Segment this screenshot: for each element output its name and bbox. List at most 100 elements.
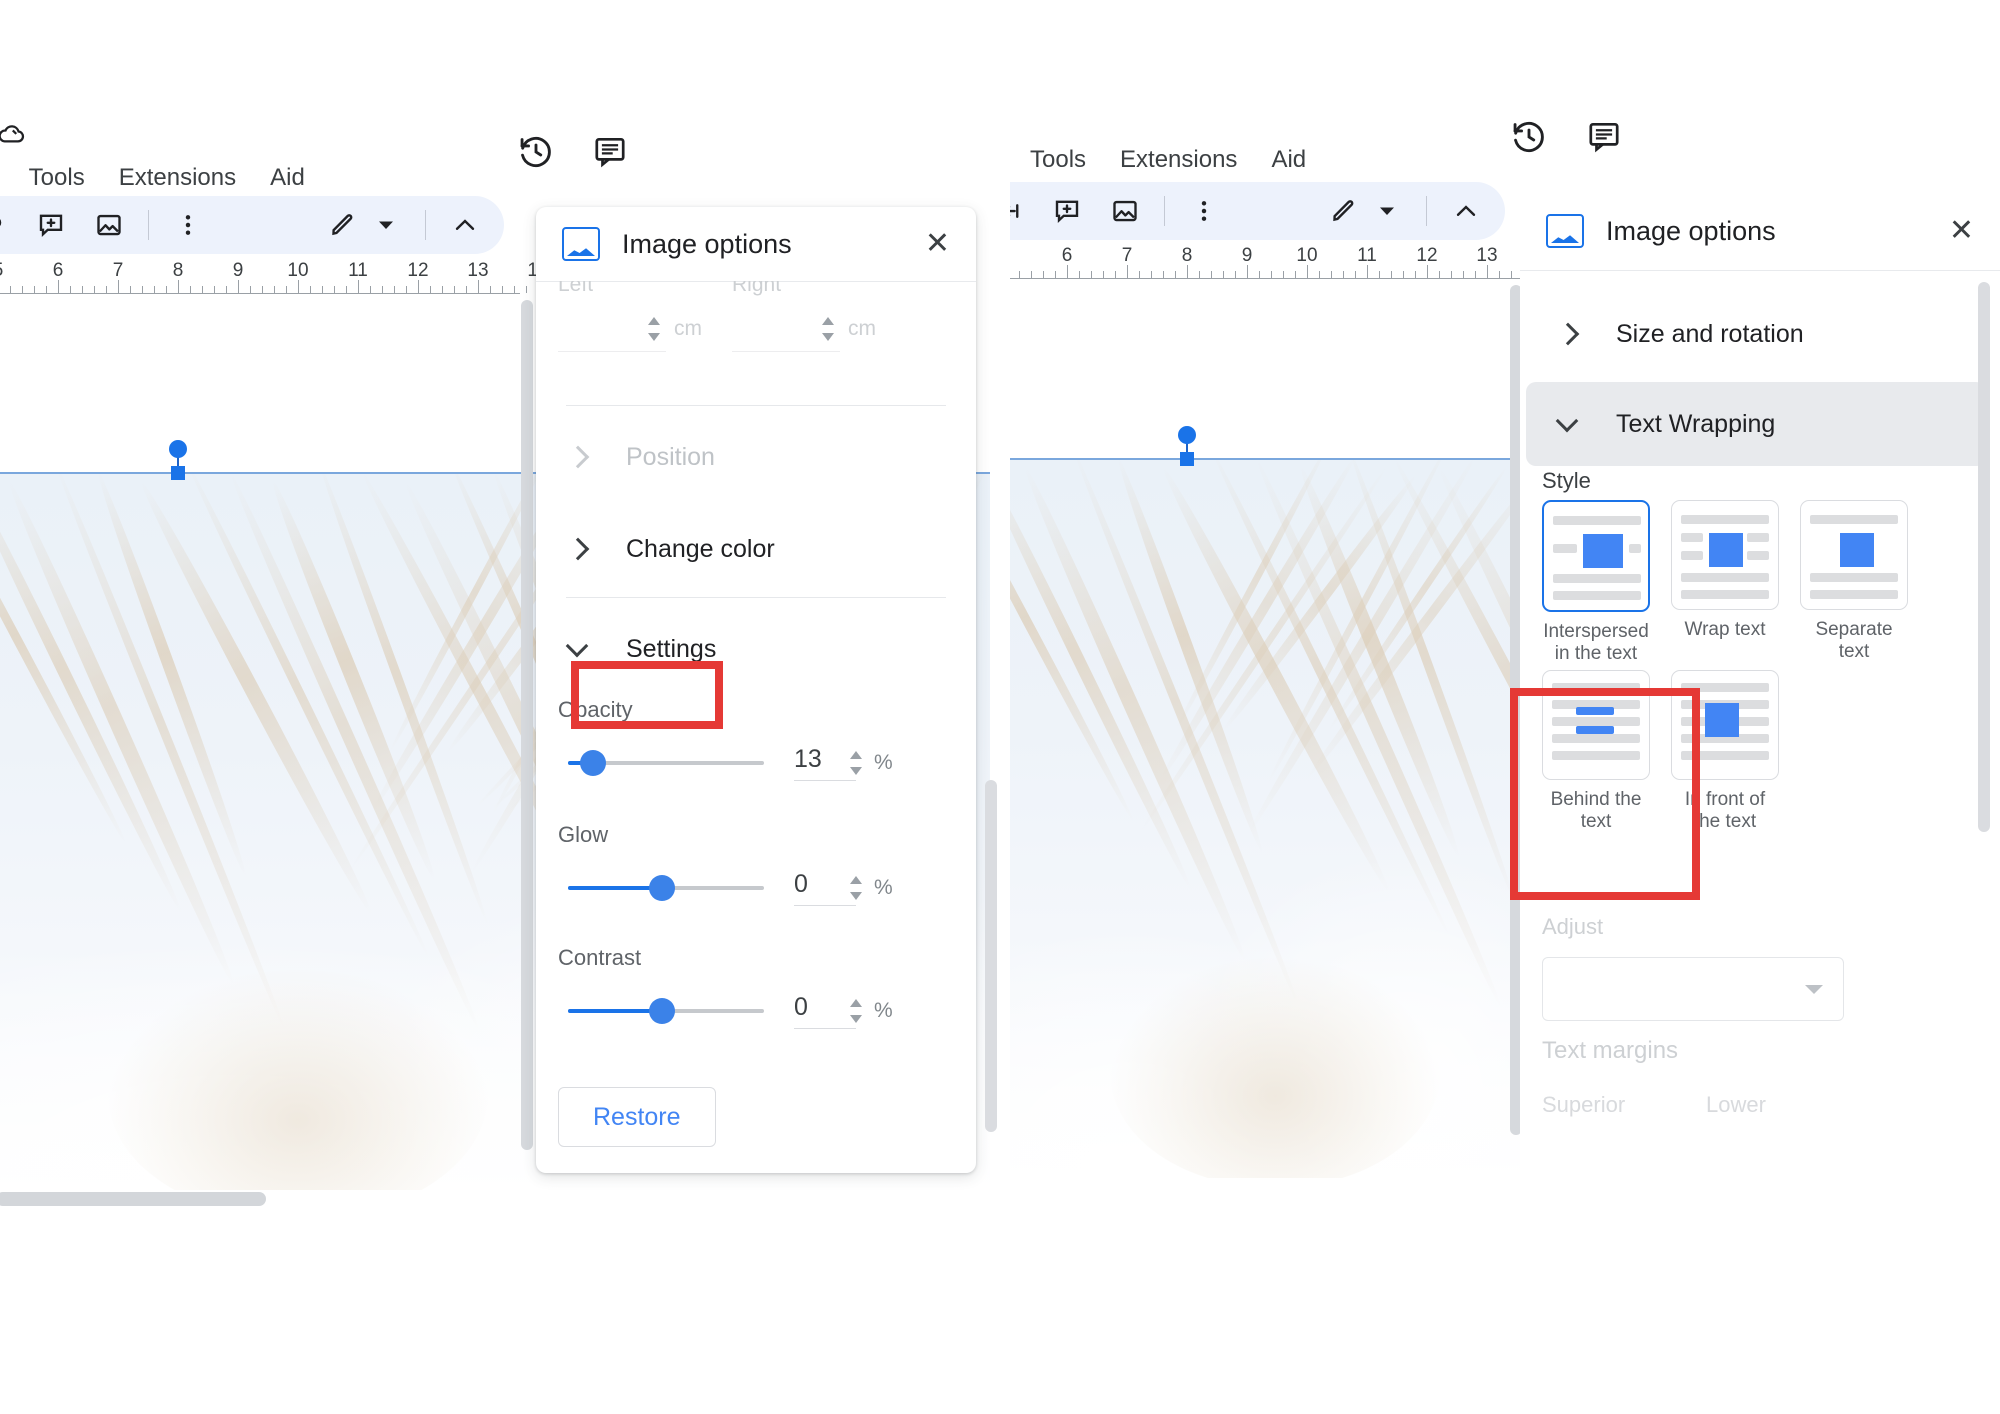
- dropdown-caret-icon[interactable]: [363, 202, 409, 248]
- margin-left-stepper[interactable]: [648, 316, 660, 342]
- section-settings[interactable]: Settings: [536, 607, 1006, 691]
- ruler-tick: [370, 286, 371, 293]
- close-icon[interactable]: ✕: [925, 229, 950, 259]
- rotation-handle-knob[interactable]: [1178, 426, 1196, 444]
- ruler-tick: [70, 286, 71, 293]
- image-options-icon: [1546, 214, 1584, 248]
- image-anchor-handle[interactable]: [1180, 452, 1194, 466]
- ruler-number: 7: [113, 260, 124, 282]
- ruler-tick: [478, 280, 479, 293]
- rotation-handle-knob[interactable]: [169, 440, 187, 458]
- right-ruler[interactable]: 6 7 8 9 10 11 12 13 14: [1010, 243, 1525, 287]
- right-toolbar: [1010, 182, 1505, 240]
- ruler-tick: [22, 286, 23, 293]
- ruler-tick: [106, 286, 107, 293]
- wrap-behind-icon[interactable]: [1542, 670, 1650, 780]
- opacity-slider[interactable]: [568, 761, 764, 765]
- glow-stepper[interactable]: [850, 875, 862, 901]
- wrap-option-behind-text[interactable]: Behind the text: [1542, 670, 1650, 834]
- section-size-and-rotation[interactable]: Size and rotation: [1526, 292, 1986, 376]
- more-options-icon[interactable]: [1181, 188, 1227, 234]
- comment-icon[interactable]: [1586, 118, 1622, 159]
- right-document-image[interactable]: [1010, 458, 1520, 1178]
- opacity-unit: %: [874, 751, 893, 775]
- insert-image-icon[interactable]: [86, 202, 132, 248]
- wrap-interspersed-icon[interactable]: [1542, 500, 1650, 612]
- wrap-option-label: Separate text: [1800, 619, 1908, 664]
- section-text-wrapping[interactable]: Text Wrapping: [1526, 382, 1986, 466]
- opacity-stepper[interactable]: [850, 750, 862, 776]
- ruler-tick: [1463, 271, 1464, 278]
- left-document-vscrollbar[interactable]: [521, 300, 533, 1150]
- ruler-number: 12: [1416, 245, 1437, 267]
- left-document-hscrollbar[interactable]: [0, 1192, 266, 1206]
- menu-item-tools[interactable]: Tools: [1030, 146, 1086, 174]
- toolbar-divider: [1164, 196, 1165, 226]
- glow-slider-thumb[interactable]: [649, 875, 675, 901]
- wrap-infront-icon[interactable]: [1671, 670, 1779, 780]
- version-history-icon[interactable]: [1510, 118, 1548, 161]
- ruler-tick: [1163, 271, 1164, 278]
- link-icon[interactable]: [0, 202, 16, 248]
- insert-image-icon[interactable]: [1102, 188, 1148, 234]
- glow-slider[interactable]: [568, 886, 764, 890]
- ruler-number: 13: [467, 260, 488, 282]
- wrap-break-icon[interactable]: [1800, 500, 1908, 610]
- close-icon[interactable]: ✕: [1949, 216, 1974, 246]
- pencil-edit-icon[interactable]: [1320, 188, 1366, 234]
- wrap-option-separate-text[interactable]: Separate text: [1800, 500, 1908, 666]
- dropdown-caret-icon[interactable]: [1364, 188, 1410, 234]
- ruler-tick: [10, 286, 11, 293]
- adjust-group-label: Adjust: [1542, 914, 1603, 940]
- wrap-option-wrap-text[interactable]: Wrap text: [1671, 500, 1779, 666]
- wrap-option-label: Behind the text: [1542, 789, 1650, 834]
- version-history-icon[interactable]: [517, 133, 555, 176]
- left-ruler[interactable]: 5 6 7 8 9 10 11 12 13 14: [0, 258, 520, 302]
- menu-item-extensions[interactable]: Extensions: [119, 164, 236, 192]
- ruler-tick: [238, 280, 239, 293]
- glow-value[interactable]: 0: [794, 870, 856, 906]
- ruler-tick: [274, 286, 275, 293]
- menu-item-extensions[interactable]: Extensions: [1120, 146, 1237, 174]
- contrast-stepper[interactable]: [850, 998, 862, 1024]
- opacity-label: Opacity: [558, 697, 976, 723]
- image-anchor-handle[interactable]: [171, 466, 185, 480]
- collapse-chevron-icon[interactable]: [442, 202, 488, 248]
- contrast-slider-thumb[interactable]: [649, 998, 675, 1024]
- adjust-select[interactable]: [1542, 957, 1844, 1021]
- section-change-color[interactable]: Change color: [536, 507, 1006, 591]
- opacity-value[interactable]: 13: [794, 745, 856, 781]
- chevron-down-icon: [1805, 985, 1823, 994]
- ruler-tick: [1235, 271, 1236, 278]
- comment-icon[interactable]: [592, 133, 628, 174]
- menu-item-tools[interactable]: Tools: [29, 164, 85, 192]
- wrap-around-icon[interactable]: [1671, 500, 1779, 610]
- wrap-option-interspersed[interactable]: Interspersed in the text: [1542, 500, 1650, 666]
- left-panel-margin-fields: Left cm Right cm: [536, 281, 976, 385]
- pencil-edit-icon[interactable]: [319, 202, 365, 248]
- add-comment-icon[interactable]: [28, 202, 74, 248]
- ruler-tick: [118, 280, 119, 293]
- right-panel-title: Image options: [1606, 216, 1949, 247]
- ruler-tick: [46, 286, 47, 293]
- opacity-slider-thumb[interactable]: [580, 750, 606, 776]
- ruler-tick: [142, 286, 143, 293]
- right-panel-scrollbar[interactable]: [1978, 282, 1990, 832]
- menu-item-aid[interactable]: Aid: [270, 164, 305, 192]
- collapse-chevron-icon[interactable]: [1443, 188, 1489, 234]
- ruler-tick: [1343, 271, 1344, 278]
- link-icon[interactable]: [1010, 188, 1032, 234]
- restore-button[interactable]: Restore: [558, 1087, 716, 1147]
- add-comment-icon[interactable]: [1044, 188, 1090, 234]
- contrast-value[interactable]: 0: [794, 993, 856, 1029]
- margin-right-stepper[interactable]: [822, 316, 834, 342]
- section-position[interactable]: Position: [536, 415, 1006, 499]
- chevron-right-icon: [1556, 322, 1580, 346]
- left-panel-scrollbar[interactable]: [985, 780, 997, 1132]
- contrast-slider[interactable]: [568, 1009, 764, 1013]
- more-options-icon[interactable]: [165, 202, 211, 248]
- ruler-tick: [334, 286, 335, 293]
- wrap-option-in-front-text[interactable]: In front of the text: [1671, 670, 1779, 834]
- ruler-tick: [1187, 265, 1188, 278]
- menu-item-aid[interactable]: Aid: [1271, 146, 1306, 174]
